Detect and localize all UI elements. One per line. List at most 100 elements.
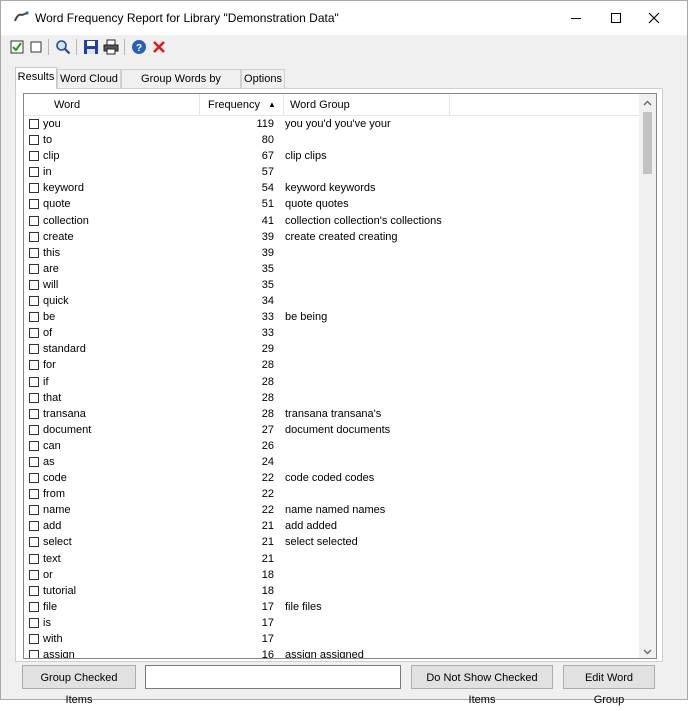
list-row[interactable]: for 28	[24, 357, 641, 373]
vertical-scrollbar[interactable]	[639, 94, 656, 658]
list-row[interactable]: quick 34	[24, 293, 641, 309]
row-checkbox[interactable]	[29, 344, 39, 355]
row-checkbox[interactable]	[29, 135, 39, 146]
list-row[interactable]: collection 41 collection collection's coll…	[24, 213, 641, 229]
list-row[interactable]: tutorial 18	[24, 583, 641, 599]
print-icon[interactable]	[102, 38, 120, 56]
list-row[interactable]: if 28	[24, 374, 641, 390]
row-checkbox[interactable]	[29, 617, 39, 628]
row-checkbox[interactable]	[29, 585, 39, 596]
search-icon[interactable]	[54, 38, 72, 56]
list-row[interactable]: add 21 add added	[24, 518, 641, 534]
word-frequency-list[interactable]: Word Frequency ▲ Word Group you 119 you yo…	[23, 93, 657, 659]
row-checkbox[interactable]	[29, 199, 39, 210]
row-checkbox[interactable]	[29, 119, 39, 129]
row-checkbox[interactable]	[29, 376, 39, 387]
list-row[interactable]: or 18	[24, 567, 641, 583]
list-row[interactable]: be 33 be being	[24, 309, 641, 325]
row-checkbox[interactable]	[29, 408, 39, 419]
list-row[interactable]: this 39	[24, 245, 641, 261]
row-checkbox[interactable]	[29, 505, 39, 516]
group-checked-items-button[interactable]: Group Checked Items	[22, 665, 136, 706]
list-row[interactable]: clip 67 clip clips	[24, 148, 641, 164]
row-checkbox[interactable]	[29, 424, 39, 435]
row-frequency: 33	[261, 327, 274, 340]
list-row[interactable]: code 22 code coded codes	[24, 470, 641, 486]
row-word: assign	[43, 649, 75, 659]
row-checkbox[interactable]	[29, 456, 39, 467]
scroll-down-icon[interactable]	[639, 643, 656, 658]
row-checkbox[interactable]	[29, 473, 39, 484]
list-row[interactable]: transana 28 transana transana's	[24, 406, 641, 422]
edit-word-group-button[interactable]: Edit Word Group	[563, 665, 655, 706]
row-checkbox[interactable]	[29, 215, 39, 226]
row-checkbox[interactable]	[29, 183, 39, 194]
help-icon[interactable]: ?	[130, 38, 148, 56]
save-icon[interactable]	[82, 38, 100, 56]
list-row[interactable]: of 33	[24, 325, 641, 341]
tab-results[interactable]: Results	[15, 67, 57, 89]
row-checkbox[interactable]	[29, 601, 39, 612]
list-row[interactable]: can 26	[24, 438, 641, 454]
row-word: is	[43, 616, 51, 629]
list-row[interactable]: create 39 create created creating	[24, 229, 641, 245]
row-checkbox[interactable]	[29, 312, 39, 323]
list-row[interactable]: document 27 document documents	[24, 422, 641, 438]
close-icon[interactable]	[631, 1, 677, 35]
uncheck-all-icon[interactable]	[27, 38, 45, 56]
list-row[interactable]: assign 16 assign assigned	[24, 647, 641, 659]
do-not-show-checked-items-button[interactable]: Do Not Show Checked Items	[411, 665, 553, 706]
row-checkbox[interactable]	[29, 263, 39, 274]
row-word: collection	[43, 214, 89, 227]
row-checkbox[interactable]	[29, 537, 39, 548]
results-panel: Word Frequency ▲ Word Group you 119 you yo…	[15, 88, 663, 662]
row-checkbox[interactable]	[29, 489, 39, 500]
list-row[interactable]: from 22	[24, 486, 641, 502]
row-checkbox[interactable]	[29, 296, 39, 307]
tab-options[interactable]: Options	[241, 69, 285, 89]
row-checkbox[interactable]	[29, 231, 39, 242]
row-word: from	[43, 488, 65, 501]
list-row[interactable]: text 21	[24, 551, 641, 567]
row-checkbox[interactable]	[29, 279, 39, 290]
column-header-word[interactable]: Word	[24, 94, 200, 116]
row-checkbox[interactable]	[29, 553, 39, 564]
row-checkbox[interactable]	[29, 247, 39, 258]
list-row[interactable]: quote 51 quote quotes	[24, 196, 641, 212]
scrollbar-thumb[interactable]	[643, 112, 652, 174]
row-frequency: 17	[261, 633, 274, 645]
list-row[interactable]: in 57	[24, 164, 641, 180]
tab-group-words-by-pattern[interactable]: Group Words by Pattern	[121, 69, 241, 103]
svg-text:?: ?	[136, 43, 142, 54]
group-name-input[interactable]	[145, 665, 401, 689]
scroll-up-icon[interactable]	[639, 94, 656, 111]
row-checkbox[interactable]	[29, 360, 39, 371]
row-checkbox[interactable]	[29, 521, 39, 532]
list-row[interactable]: are 35	[24, 261, 641, 277]
row-checkbox[interactable]	[29, 151, 39, 162]
list-row[interactable]: with 17	[24, 631, 641, 647]
row-checkbox[interactable]	[29, 569, 39, 580]
column-header-word-group[interactable]: Word Group	[284, 94, 450, 116]
list-row[interactable]: select 21 select selected	[24, 534, 641, 550]
row-checkbox[interactable]	[29, 392, 39, 403]
row-checkbox[interactable]	[29, 650, 39, 658]
row-checkbox[interactable]	[29, 440, 39, 451]
list-row[interactable]: that 28	[24, 390, 641, 406]
list-row[interactable]: to 80	[24, 132, 641, 148]
tab-word-cloud[interactable]: Word Cloud	[57, 69, 121, 89]
check-all-icon[interactable]	[8, 38, 26, 56]
list-row[interactable]: you 119 you you'd you've your	[24, 116, 641, 132]
row-checkbox[interactable]	[29, 167, 39, 178]
row-checkbox[interactable]	[29, 634, 39, 644]
list-row[interactable]: name 22 name named names	[24, 502, 641, 518]
row-checkbox[interactable]	[29, 328, 39, 339]
list-row[interactable]: standard 29	[24, 341, 641, 357]
exit-icon[interactable]	[150, 38, 168, 56]
list-row[interactable]: file 17 file files	[24, 599, 641, 615]
list-row[interactable]: is 17	[24, 615, 641, 631]
list-row[interactable]: will 35	[24, 277, 641, 293]
list-row[interactable]: as 24	[24, 454, 641, 470]
column-header-frequency[interactable]: Frequency ▲	[200, 94, 284, 116]
list-row[interactable]: keyword 54 keyword keywords	[24, 180, 641, 196]
